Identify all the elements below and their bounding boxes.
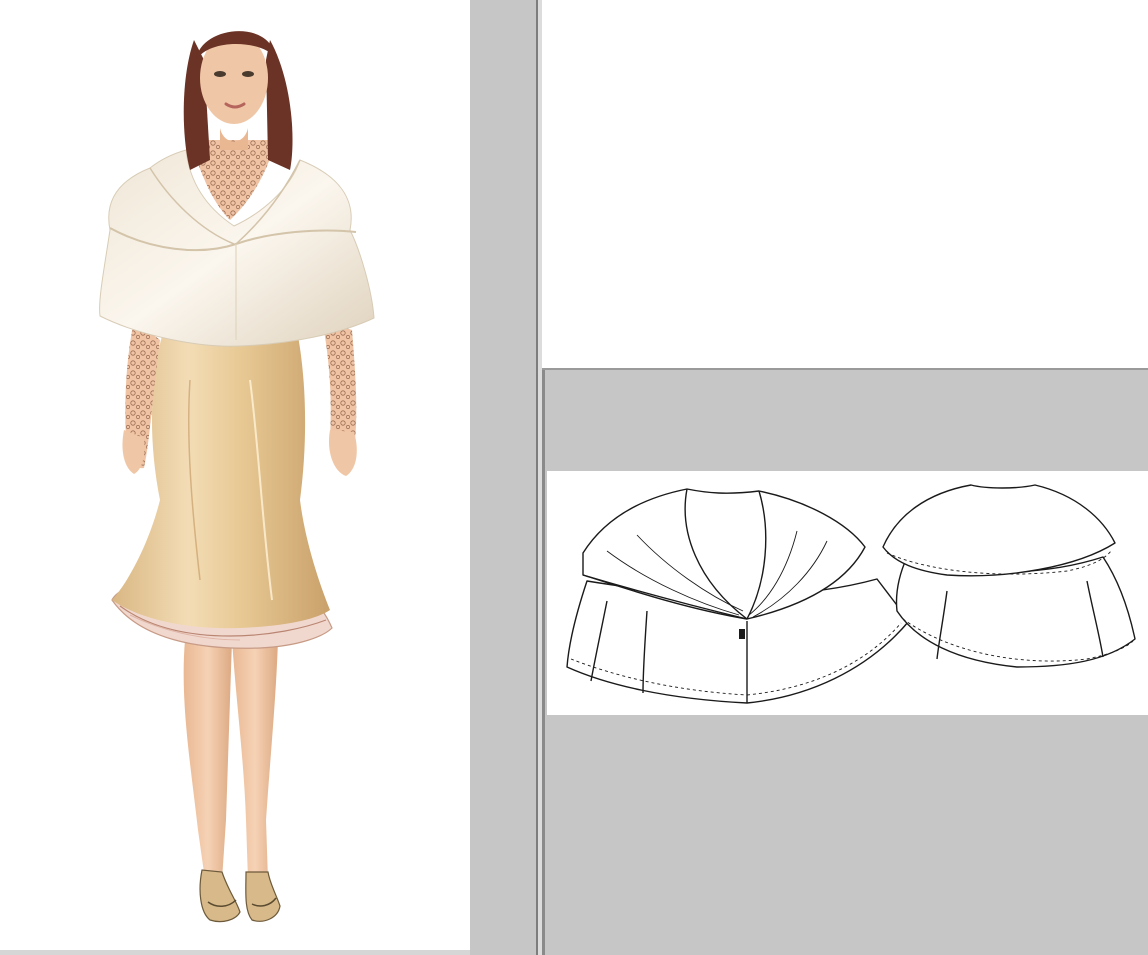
head	[183, 31, 293, 170]
right-top-panel	[542, 0, 1148, 368]
front-view	[566, 488, 910, 704]
shoes	[199, 869, 281, 923]
fashion-illustration	[99, 31, 375, 923]
technical-drawing-panel	[547, 471, 1148, 715]
gray-column	[470, 0, 536, 955]
left-bottom-strip	[0, 950, 470, 955]
technical-drawing	[566, 484, 1136, 704]
illustration-panel	[0, 0, 470, 950]
button-detail	[739, 629, 745, 639]
right-bottom-edge	[542, 370, 545, 955]
legs	[183, 640, 278, 880]
back-view	[882, 484, 1136, 668]
